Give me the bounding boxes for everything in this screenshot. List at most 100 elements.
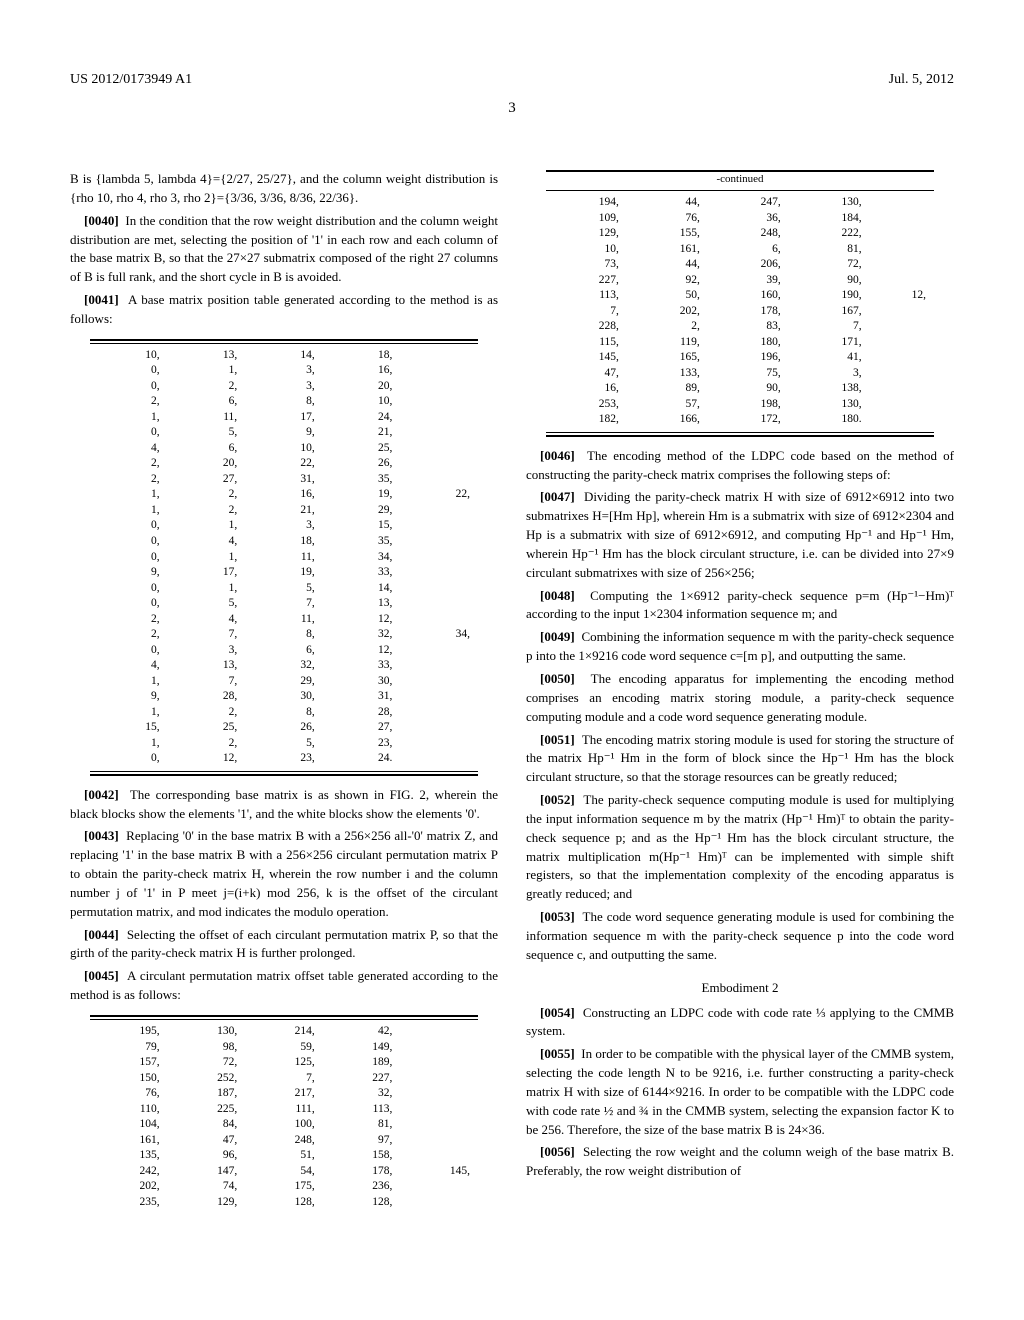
table-row: 161,47,248,97, bbox=[90, 1133, 478, 1149]
table-cell: 18, bbox=[245, 534, 323, 550]
table-cell: 0, bbox=[90, 643, 168, 659]
table-cell: 248, bbox=[708, 226, 789, 242]
table-cell bbox=[400, 596, 478, 612]
paragraph-0043: [0043] Replacing '0' in the base matrix … bbox=[70, 827, 498, 921]
table-cell: 28, bbox=[323, 705, 401, 721]
table-cell: 155, bbox=[627, 226, 708, 242]
table-cell: 130, bbox=[168, 1024, 246, 1040]
paragraph-0051: [0051] The encoding matrix storing modul… bbox=[526, 731, 954, 788]
left-column: B is {lambda 5, lambda 4}={2/27, 25/27},… bbox=[70, 170, 498, 1220]
table-cell: 150, bbox=[90, 1071, 168, 1087]
table-cell: 7, bbox=[546, 304, 627, 320]
table-cell: 20, bbox=[168, 456, 246, 472]
table-row: 2,20,22,26, bbox=[90, 456, 478, 472]
table-cell: 22, bbox=[400, 487, 478, 503]
paragraph-0054-text: Constructing an LDPC code with code rate… bbox=[526, 1005, 954, 1039]
table-cell: 79, bbox=[90, 1040, 168, 1056]
table-cell: 21, bbox=[323, 425, 401, 441]
table-row: 150,252,7,227, bbox=[90, 1071, 478, 1087]
table-cell bbox=[400, 441, 478, 457]
table-row: 1,2,5,23, bbox=[90, 736, 478, 752]
table-cell bbox=[870, 242, 934, 258]
two-column-layout: B is {lambda 5, lambda 4}={2/27, 25/27},… bbox=[70, 170, 954, 1220]
table-cell: 165, bbox=[627, 350, 708, 366]
table-cell: 227, bbox=[323, 1071, 401, 1087]
paragraph-0056: [0056] Selecting the row weight and the … bbox=[526, 1143, 954, 1181]
table-cell: 19, bbox=[245, 565, 323, 581]
table-cell: 81, bbox=[789, 242, 870, 258]
table-cell bbox=[400, 348, 478, 364]
table-cell: 84, bbox=[168, 1117, 246, 1133]
table-cell bbox=[400, 674, 478, 690]
table-cell: 128, bbox=[323, 1195, 401, 1211]
table-cell: 97, bbox=[323, 1133, 401, 1149]
table-row: 79,98,59,149, bbox=[90, 1040, 478, 1056]
table-cell: 6, bbox=[168, 394, 246, 410]
table-cell bbox=[400, 456, 478, 472]
table-cell: 133, bbox=[627, 366, 708, 382]
table-cell: 161, bbox=[627, 242, 708, 258]
table-cell bbox=[400, 720, 478, 736]
table-cell: 113, bbox=[323, 1102, 401, 1118]
table-cell: 145, bbox=[546, 350, 627, 366]
table-cell bbox=[400, 1195, 478, 1211]
table-cell bbox=[400, 1148, 478, 1164]
publication-number: US 2012/0173949 A1 bbox=[70, 70, 192, 90]
table-cell: 130, bbox=[789, 195, 870, 211]
paragraph-0050: [0050] The encoding apparatus for implem… bbox=[526, 670, 954, 727]
table-cell: 0, bbox=[90, 363, 168, 379]
table-cell: 19, bbox=[323, 487, 401, 503]
table-cell: 47, bbox=[168, 1133, 246, 1149]
table-cell: 57, bbox=[627, 397, 708, 413]
table-row: 0,1,3,15, bbox=[90, 518, 478, 534]
table-cell: 30, bbox=[245, 689, 323, 705]
table-cell: 119, bbox=[627, 335, 708, 351]
table-row: 0,4,18,35, bbox=[90, 534, 478, 550]
table-cell: 178, bbox=[708, 304, 789, 320]
table-cell: 100, bbox=[245, 1117, 323, 1133]
table-cell: 26, bbox=[245, 720, 323, 736]
paragraph-0049: [0049] Combining the information sequenc… bbox=[526, 628, 954, 666]
table-cell: 242, bbox=[90, 1164, 168, 1180]
right-column: -continued 194,44,247,130,109,76,36,184,… bbox=[526, 170, 954, 1220]
table-cell: 11, bbox=[168, 410, 246, 426]
table-cell bbox=[400, 612, 478, 628]
table-cell: 1, bbox=[168, 363, 246, 379]
table-row: 7,202,178,167, bbox=[546, 304, 934, 320]
table-row: 194,44,247,130, bbox=[546, 195, 934, 211]
table-cell: 172, bbox=[708, 412, 789, 428]
table-cell: 12, bbox=[168, 751, 246, 767]
paragraph-0040: [0040] In the condition that the row wei… bbox=[70, 212, 498, 287]
table-cell: 50, bbox=[627, 288, 708, 304]
table-cell: 15, bbox=[323, 518, 401, 534]
table-cell: 3, bbox=[245, 379, 323, 395]
table-cell: 81, bbox=[323, 1117, 401, 1133]
table-cell: 2, bbox=[90, 472, 168, 488]
table-cell: 3, bbox=[245, 363, 323, 379]
table-cell bbox=[400, 751, 478, 767]
table-row: 129,155,248,222, bbox=[546, 226, 934, 242]
table-cell bbox=[400, 705, 478, 721]
table-cell: 2, bbox=[627, 319, 708, 335]
table-cell: 138, bbox=[789, 381, 870, 397]
table-cell: 235, bbox=[90, 1195, 168, 1211]
table-cell: 44, bbox=[627, 257, 708, 273]
table-cell: 15, bbox=[90, 720, 168, 736]
table-row: 109,76,36,184, bbox=[546, 211, 934, 227]
table-cell: 1, bbox=[90, 705, 168, 721]
table-row: 0,2,3,20, bbox=[90, 379, 478, 395]
table-row: 0,5,9,21, bbox=[90, 425, 478, 441]
paragraph-0052: [0052] The parity-check sequence computi… bbox=[526, 791, 954, 904]
table-cell: 47, bbox=[546, 366, 627, 382]
table-cell bbox=[870, 319, 934, 335]
table-cell: 198, bbox=[708, 397, 789, 413]
table-row: 202,74,175,236, bbox=[90, 1179, 478, 1195]
table-cell: 9, bbox=[245, 425, 323, 441]
paragraph-0042: [0042] The corresponding base matrix is … bbox=[70, 786, 498, 824]
table-cell: 34, bbox=[400, 627, 478, 643]
table-cell: 14, bbox=[323, 581, 401, 597]
table-cell: 75, bbox=[708, 366, 789, 382]
continued-label: -continued bbox=[546, 172, 934, 188]
table-cell bbox=[870, 381, 934, 397]
table-cell bbox=[400, 379, 478, 395]
